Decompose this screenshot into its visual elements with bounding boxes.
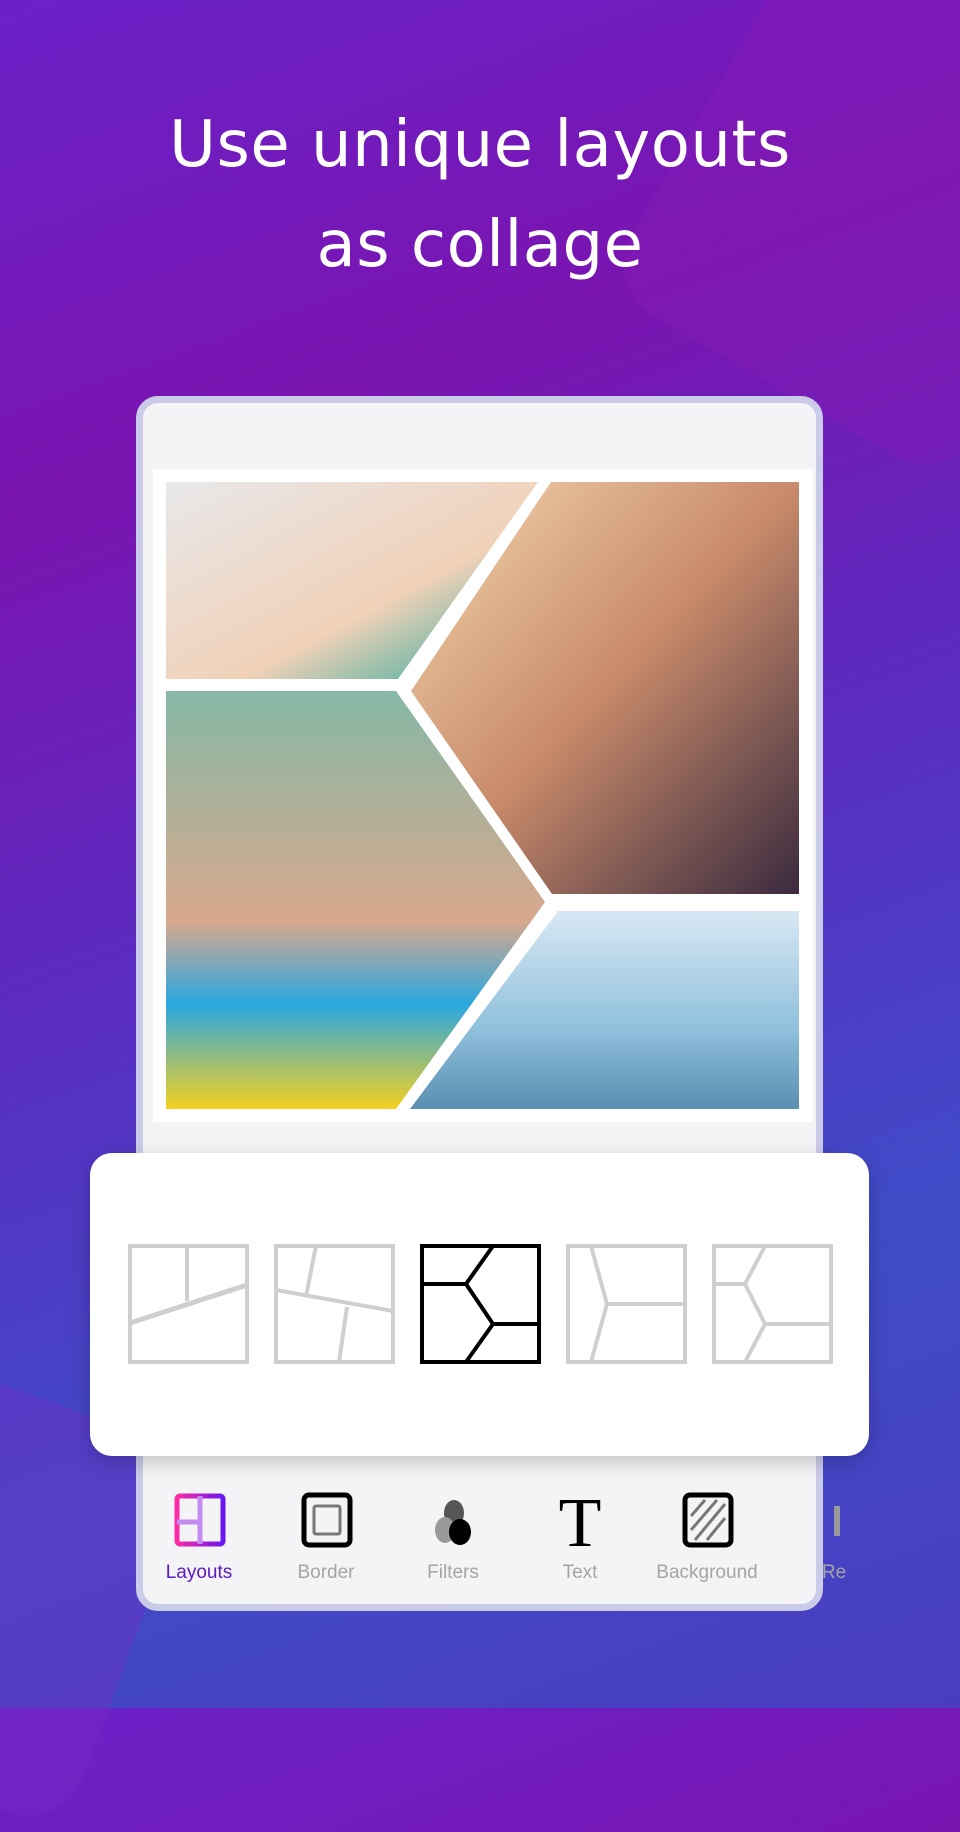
border-icon <box>301 1492 353 1548</box>
headline-line-1: Use unique layouts <box>169 108 791 182</box>
layouts-panel <box>90 1153 869 1456</box>
tool-label: Layouts <box>165 1562 233 1583</box>
tool-label: Text <box>562 1562 598 1583</box>
tool-label: Re <box>821 1562 847 1583</box>
tool-partial[interactable]: Re <box>779 1490 889 1584</box>
tool-text[interactable]: T Text <box>525 1490 635 1584</box>
tool-label: Background <box>656 1562 758 1583</box>
filters-icon <box>435 1500 471 1545</box>
tool-border[interactable]: Border <box>271 1490 381 1584</box>
partial-icon <box>834 1506 840 1536</box>
layout-option-1[interactable] <box>128 1244 249 1364</box>
layout-option-3-selected[interactable] <box>420 1244 541 1364</box>
tool-label: Filters <box>427 1562 479 1583</box>
headline-line-2: as collage <box>316 208 644 282</box>
layout-option-4[interactable] <box>566 1244 687 1364</box>
bottom-toolbar: Layouts Border Filters T Text Background… <box>136 1490 846 1611</box>
svg-text:T: T <box>559 1490 602 1550</box>
background-icon <box>682 1492 734 1548</box>
text-icon: T <box>559 1490 602 1550</box>
layout-option-5[interactable] <box>712 1244 833 1364</box>
collage-preview[interactable] <box>153 469 813 1122</box>
layout-option-2[interactable] <box>274 1244 395 1364</box>
tool-label: Border <box>297 1562 355 1583</box>
tool-filters[interactable]: Filters <box>398 1490 508 1584</box>
tool-layouts[interactable]: Layouts <box>144 1490 254 1584</box>
layouts-icon <box>174 1493 226 1547</box>
headline: Use unique layouts as collage <box>0 95 960 295</box>
tool-background[interactable]: Background <box>652 1490 762 1584</box>
